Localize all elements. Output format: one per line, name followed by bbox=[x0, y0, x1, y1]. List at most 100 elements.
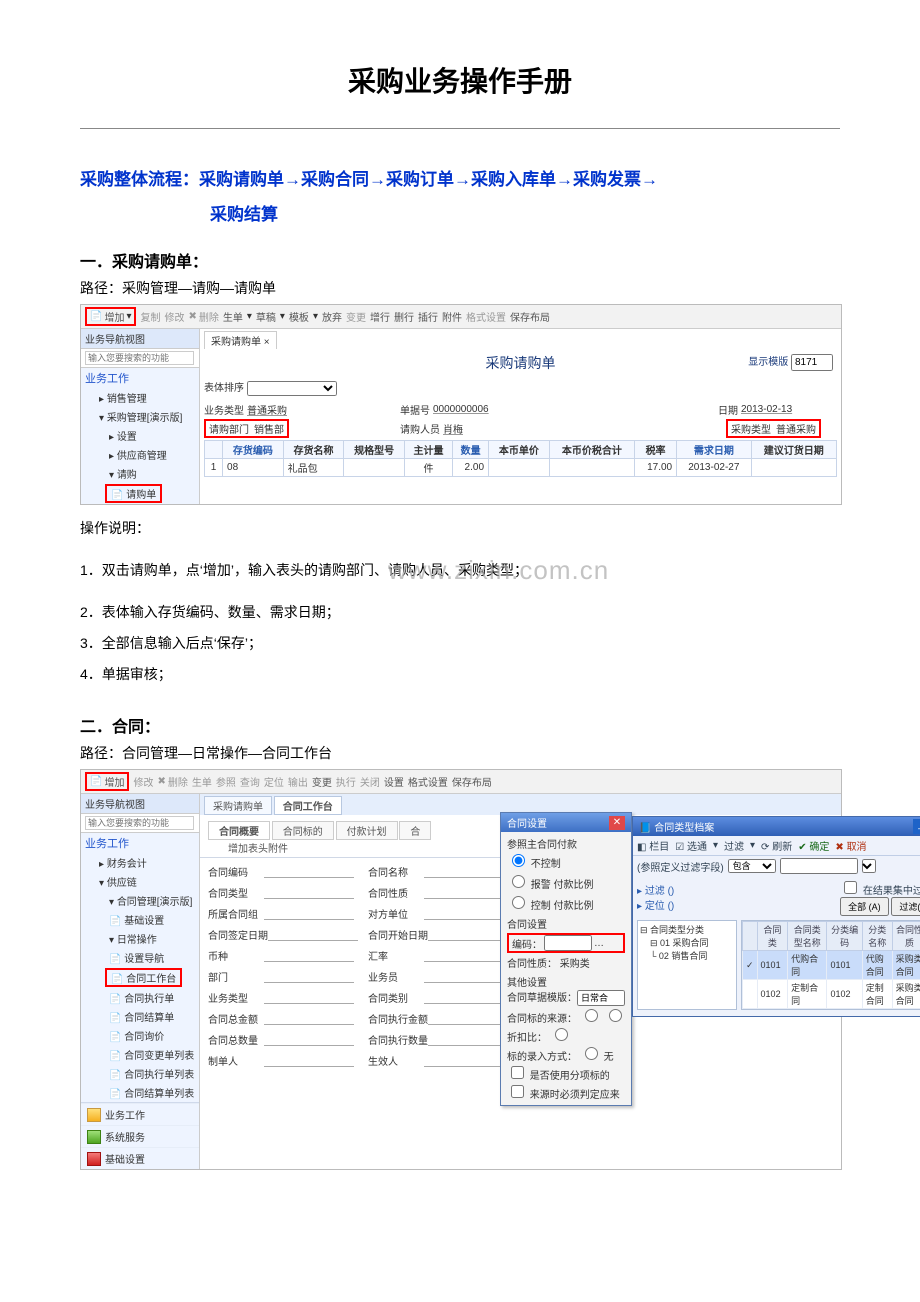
sidebar-item-requisition-group[interactable]: ▾ 请购 bbox=[81, 464, 199, 483]
col-qty[interactable]: 数量 bbox=[453, 441, 489, 459]
tool-columns[interactable]: ◧ 栏目 bbox=[637, 838, 669, 853]
sidebar-item-settlelist[interactable]: 📄 合同结算单列表 bbox=[81, 1083, 199, 1102]
dlg1-code-input[interactable] bbox=[544, 935, 592, 951]
copy-button[interactable]: 复制 bbox=[140, 309, 160, 324]
val-totalqty[interactable] bbox=[264, 1033, 354, 1046]
val-totalamt[interactable] bbox=[264, 1012, 354, 1025]
bottom-nav-base[interactable]: 基础设置 bbox=[81, 1147, 199, 1169]
radio-control[interactable]: 控制 付款比例 bbox=[507, 893, 625, 912]
close-icon[interactable]: ✕ bbox=[609, 816, 625, 830]
val-curr[interactable] bbox=[264, 949, 354, 962]
query-button[interactable]: 查询 bbox=[240, 774, 260, 789]
sidebar-item-supplier[interactable]: ▸ 供应商管理 bbox=[81, 445, 199, 464]
add-attachment-link[interactable]: 增加表头附件 bbox=[228, 840, 288, 855]
sidebar-search-input[interactable] bbox=[85, 816, 194, 830]
col-ctname[interactable]: 合同类型名称 bbox=[788, 922, 827, 951]
format-button[interactable]: 格式设置 bbox=[408, 774, 448, 789]
cell-code[interactable]: 08 bbox=[223, 459, 284, 477]
template-button[interactable]: 模板 bbox=[289, 309, 309, 324]
sidebar-item-requisition-highlight[interactable]: 📄 请购单 bbox=[105, 484, 162, 503]
sidebar-item-execlist[interactable]: 📄 合同执行单列表 bbox=[81, 1064, 199, 1083]
chk-inresult[interactable]: 在结果集中过滤 (&) bbox=[840, 886, 920, 897]
format-button[interactable]: 格式设置 bbox=[466, 309, 506, 324]
val-code[interactable] bbox=[264, 865, 354, 878]
contract-type-tree[interactable]: ⊟ 合同类型分类 ⊟ 01 采购合同 └ 02 销售合同 bbox=[637, 920, 737, 1010]
attach-button[interactable]: 附件 bbox=[442, 309, 462, 324]
delete-button[interactable]: ✖删除 bbox=[157, 774, 187, 789]
col-ctype[interactable]: 合同类 bbox=[757, 922, 788, 951]
tool-ok[interactable]: ✔ 确定 bbox=[798, 838, 829, 853]
link-locate[interactable]: ▸ 定位 () bbox=[637, 897, 674, 912]
radio-nocontrol[interactable]: 不控制 bbox=[507, 851, 625, 870]
delete-button[interactable]: ✖删除 bbox=[188, 309, 218, 324]
sidebar-item-changelist[interactable]: 📄 合同变更单列表 bbox=[81, 1045, 199, 1064]
sidebar-item-sales[interactable]: ▸ 销售管理 bbox=[81, 388, 199, 407]
filter-mode-select[interactable]: 包含 bbox=[728, 859, 776, 873]
display-mode-value[interactable] bbox=[791, 354, 833, 371]
sidebar-item-settle[interactable]: 📄 合同结算单 bbox=[81, 1007, 199, 1026]
tab-workbench[interactable]: 合同工作台 bbox=[274, 796, 342, 815]
tab-requisition[interactable]: 采购请购单 × bbox=[204, 331, 277, 349]
sidebar-item-daily[interactable]: ▾ 日常操作 bbox=[81, 929, 199, 948]
col-catname[interactable]: 分类名称 bbox=[862, 922, 892, 951]
close-button[interactable]: 关闭 bbox=[360, 774, 380, 789]
ptype-value[interactable]: 普通采购 bbox=[776, 421, 816, 436]
dept-value[interactable]: 销售部 bbox=[254, 421, 284, 436]
change-button[interactable]: 变更 bbox=[312, 774, 332, 789]
dlg1-chk1[interactable]: 是否使用分项标的 bbox=[507, 1063, 625, 1082]
tree-sales[interactable]: 02 销售合同 bbox=[659, 951, 708, 961]
sidebar-item-supplychain[interactable]: ▾ 供应链 bbox=[81, 872, 199, 891]
tab-requisition[interactable]: 采购请购单 bbox=[204, 796, 272, 815]
sidebar-item-workbench-highlight[interactable]: 📄 合同工作台 bbox=[105, 968, 182, 987]
radio-warn[interactable]: 报警 付款比例 bbox=[507, 872, 625, 891]
add-button[interactable]: 增加 bbox=[104, 309, 124, 324]
sidebar-item-exec[interactable]: 📄 合同执行单 bbox=[81, 988, 199, 1007]
refresh-button[interactable]: 变更 bbox=[346, 309, 366, 324]
subtab-overview[interactable]: 合同概要 bbox=[208, 821, 270, 840]
minimize-icon[interactable]: _ bbox=[913, 819, 920, 834]
tool-cancel[interactable]: ✖ 取消 bbox=[835, 838, 866, 853]
locate-button[interactable]: 定位 bbox=[264, 774, 284, 789]
sidebar-item-contract[interactable]: ▾ 合同管理[演示版] bbox=[81, 891, 199, 910]
sidebar-item-setting[interactable]: ▸ 设置 bbox=[81, 426, 199, 445]
subtab-more[interactable]: 合 bbox=[399, 821, 431, 840]
sidebar-search-input[interactable] bbox=[85, 351, 194, 365]
sort-select[interactable] bbox=[247, 381, 337, 396]
table-row[interactable]: 1 08 礼品包 件 2.00 17.00 2013-02-27 bbox=[205, 459, 837, 477]
delrow-button[interactable]: 删行 bbox=[394, 309, 414, 324]
sidebar-item-finance[interactable]: ▸ 财务会计 bbox=[81, 853, 199, 872]
bottom-nav-work[interactable]: 业务工作 bbox=[81, 1103, 199, 1125]
dlg1-chk2[interactable]: 来源时必须判定应来 bbox=[507, 1082, 625, 1101]
val-maker[interactable] bbox=[264, 1054, 354, 1067]
sidebar-item-purchase[interactable]: ▾ 采购管理[演示版] bbox=[81, 407, 199, 426]
tree-root[interactable]: 合同类型分类 bbox=[650, 925, 704, 935]
modify-button[interactable]: 修改 bbox=[133, 774, 153, 789]
cell-check[interactable] bbox=[743, 980, 758, 1009]
val-type[interactable] bbox=[264, 886, 354, 899]
modify-button[interactable]: 修改 bbox=[164, 309, 184, 324]
subtab-subject[interactable]: 合同标的 bbox=[272, 821, 334, 840]
output-button[interactable]: 输出 bbox=[288, 774, 308, 789]
generate-button[interactable]: 生单 bbox=[223, 309, 243, 324]
generate-button[interactable]: 生单 bbox=[192, 774, 212, 789]
dlg1-tmpl-input[interactable] bbox=[577, 990, 625, 1006]
link-filter[interactable]: ▸ 过滤 () bbox=[637, 882, 674, 897]
tool-select[interactable]: ☑ 选通 bbox=[675, 838, 707, 853]
table-row[interactable]: 0102 定制合同 0102 定制合同 采购类合同 付 bbox=[743, 980, 920, 1009]
sidebar-item-inquiry[interactable]: 📄 合同询价 bbox=[81, 1026, 199, 1045]
val-group[interactable] bbox=[264, 907, 354, 920]
savelayout-button[interactable]: 保存布局 bbox=[510, 309, 550, 324]
col-catcode[interactable]: 分类编码 bbox=[827, 922, 862, 951]
col-cnature[interactable]: 合同性质 bbox=[892, 922, 920, 951]
draft-button[interactable]: 草稿 bbox=[256, 309, 276, 324]
filter-dropdown[interactable] bbox=[862, 859, 876, 873]
tool-refresh[interactable]: ⟳ 刷新 bbox=[761, 838, 792, 853]
cell-check[interactable]: ✓ bbox=[743, 951, 758, 980]
val-signdate[interactable] bbox=[268, 928, 358, 941]
abandon-button[interactable]: 放弃 bbox=[322, 309, 342, 324]
btn-all[interactable]: 全部 (A) bbox=[840, 897, 889, 916]
addrow-button[interactable]: 增行 bbox=[370, 309, 390, 324]
sidebar-item-base[interactable]: 📄 基础设置 bbox=[81, 910, 199, 929]
bottom-nav-system[interactable]: 系统服务 bbox=[81, 1125, 199, 1147]
dlg1-src-radio1[interactable] bbox=[585, 1009, 598, 1022]
